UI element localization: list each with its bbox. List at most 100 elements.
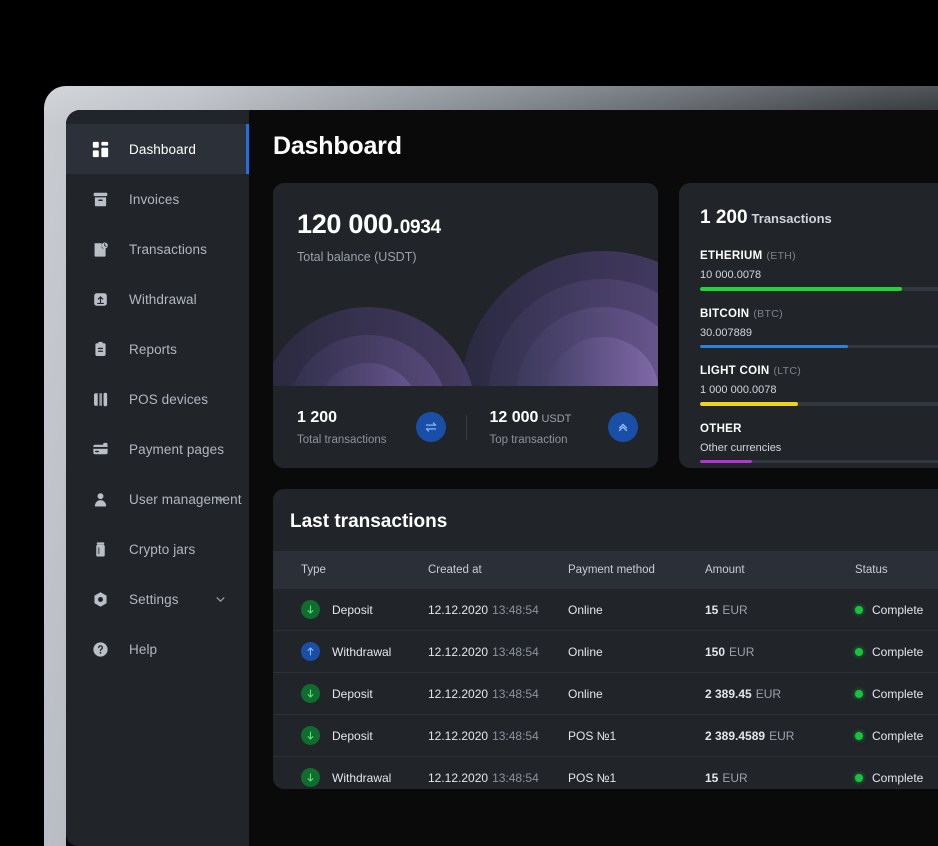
transaction-currency: EUR <box>756 687 781 701</box>
table-header-row: TypeCreated atPayment methodAmountStatus <box>273 551 938 589</box>
table-row[interactable]: Withdrawal12.12.202013:48:54Online150EUR… <box>273 631 938 673</box>
payment-page-icon <box>92 441 109 458</box>
transaction-amount: 150 <box>705 645 725 659</box>
cards-row: 120 000.0934 Total balance (USDT) 1 200T… <box>273 183 938 468</box>
transaction-currency: EUR <box>722 603 747 617</box>
stat-number: 1 200 <box>297 409 337 426</box>
transactions-breakdown-card: 1 200Transactions ETHERIUM(ETH)10 000.00… <box>679 183 938 468</box>
arrow-down-icon <box>301 600 320 619</box>
transaction-currency: EUR <box>769 729 794 743</box>
grid-icon <box>92 141 109 158</box>
coin-name: BITCOIN(BTC) <box>700 308 938 320</box>
transaction-type: Withdrawal <box>332 771 391 785</box>
balance-stat-caption: Top transaction <box>490 434 572 446</box>
sidebar-item-label: Transactions <box>129 242 207 257</box>
sidebar-item-settings[interactable]: Settings <box>66 574 249 624</box>
cell-payment-method: POS №1 <box>568 771 705 785</box>
sidebar-item-pos-devices[interactable]: POS devices <box>66 374 249 424</box>
cell-created-at: 12.12.202013:48:54 <box>428 601 568 619</box>
sidebar-item-help[interactable]: Help <box>66 624 249 674</box>
cell-created-at: 12.12.202013:48:54 <box>428 685 568 703</box>
cell-status: Complete <box>855 771 938 785</box>
reports-icon <box>92 341 109 358</box>
sidebar-item-user-management[interactable]: User management <box>66 474 249 524</box>
column-header: Type <box>273 564 428 576</box>
sidebar-item-label: Reports <box>129 342 177 357</box>
table-row[interactable]: Withdrawal12.12.202013:48:54POS №115EURC… <box>273 757 938 789</box>
cell-status: Complete <box>855 729 938 743</box>
cell-type: Deposit <box>273 726 428 745</box>
coin-ticker: (ETH) <box>766 250 796 262</box>
sidebar-item-dashboard[interactable]: Dashboard <box>66 124 249 174</box>
cell-status: Complete <box>855 603 938 617</box>
withdrawal-icon <box>92 291 109 308</box>
swap-arrows-icon-button[interactable] <box>416 412 446 442</box>
transaction-type: Withdrawal <box>332 645 391 659</box>
coin-name-text: LIGHT COIN <box>700 365 769 377</box>
arrow-down-icon <box>301 726 320 745</box>
user-icon <box>92 491 109 508</box>
status-badge: Complete <box>872 603 923 617</box>
sidebar-item-payment-pages[interactable]: Payment pages <box>66 424 249 474</box>
gear-icon <box>92 591 109 608</box>
balance-header: 120 000.0934 Total balance (USDT) <box>273 183 658 264</box>
cell-type: Withdrawal <box>273 768 428 787</box>
coin-progress-track <box>700 287 938 291</box>
coin-name: ETHERIUM(ETH) <box>700 250 938 262</box>
transaction-type: Deposit <box>332 729 373 743</box>
coin-row: BITCOIN(BTC)30.007889 <box>700 308 938 349</box>
cell-status: Complete <box>855 687 938 701</box>
status-indicator-dot <box>855 732 863 740</box>
chevron-down-icon[interactable] <box>214 493 227 506</box>
status-badge: Complete <box>872 645 923 659</box>
balance-stats-footer: 1 200Total transactions 12 000USDT Top tra… <box>273 386 658 468</box>
coin-row: OTHEROther currencies <box>700 423 938 464</box>
transaction-amount: 2 389.4589 <box>705 729 765 743</box>
pos-device-icon <box>92 391 109 408</box>
balance-caption: Total balance (USDT) <box>297 250 658 264</box>
sidebar-item-label: Payment pages <box>129 442 224 457</box>
coin-value: Other currencies <box>700 442 938 454</box>
sidebar-item-crypto-jars[interactable]: Crypto jars <box>66 524 249 574</box>
status-indicator-dot <box>855 774 863 782</box>
status-badge: Complete <box>872 687 923 701</box>
coin-progress-fill <box>700 402 798 406</box>
sidebar-item-label: Withdrawal <box>129 292 197 307</box>
coin-name-text: BITCOIN <box>700 308 749 320</box>
transaction-date: 12.12.2020 <box>428 729 488 743</box>
transaction-type: Deposit <box>332 603 373 617</box>
sidebar-item-label: Dashboard <box>129 142 196 157</box>
sidebar-item-label: Crypto jars <box>129 542 195 557</box>
column-header: Payment method <box>568 564 705 576</box>
cell-type: Withdrawal <box>273 642 428 661</box>
table-row[interactable]: Deposit12.12.202013:48:54Online15EURComp… <box>273 589 938 631</box>
sidebar-item-reports[interactable]: Reports <box>66 324 249 374</box>
coin-progress-track <box>700 460 938 464</box>
sidebar-item-invoices[interactable]: Invoices <box>66 174 249 224</box>
column-header: Status <box>855 564 938 576</box>
balance-stat-text: 1 200Total transactions <box>297 409 387 446</box>
double-chevron-up-icon-button[interactable] <box>608 412 638 442</box>
coin-row: LIGHT COIN(LTC)1 000 000.0078 <box>700 365 938 406</box>
transaction-amount: 15 <box>705 603 718 617</box>
transaction-date: 12.12.2020 <box>428 603 488 617</box>
transaction-date: 12.12.2020 <box>428 645 488 659</box>
cell-payment-method: POS №1 <box>568 729 705 743</box>
transaction-time: 13:48:54 <box>492 687 539 701</box>
chevron-down-icon[interactable] <box>214 593 227 606</box>
transaction-currency: EUR <box>729 645 754 659</box>
balance-amount-whole: 120 000. <box>297 209 400 239</box>
transaction-amount: 2 389.45 <box>705 687 752 701</box>
status-indicator-dot <box>855 606 863 614</box>
sidebar-item-transactions[interactable]: Transactions <box>66 224 249 274</box>
transaction-date: 12.12.2020 <box>428 771 488 785</box>
table-row[interactable]: Deposit12.12.202013:48:54Online2 389.45E… <box>273 673 938 715</box>
balance-stat-value: 1 200 <box>297 409 387 427</box>
sidebar: Dashboard Invoices Transactions Withdrawal R… <box>66 110 249 846</box>
balance-amount: 120 000.0934 <box>297 211 658 238</box>
transactions-count-label: Transactions <box>752 211 832 226</box>
table-row[interactable]: Deposit12.12.202013:48:54POS №12 389.458… <box>273 715 938 757</box>
sidebar-item-withdrawal[interactable]: Withdrawal <box>66 274 249 324</box>
balance-stat: 1 200Total transactions <box>273 409 466 446</box>
balance-stat-value: 12 000USDT <box>490 409 572 427</box>
